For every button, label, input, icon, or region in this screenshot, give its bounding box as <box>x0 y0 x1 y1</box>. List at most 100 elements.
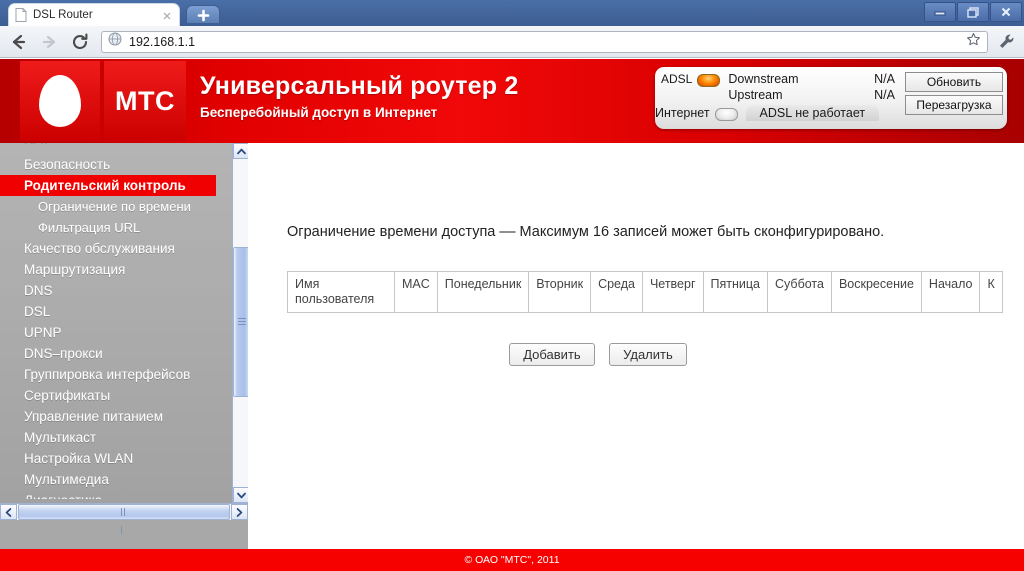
scroll-grip-icon <box>238 318 246 325</box>
sidebar-item-dsl[interactable]: DSL <box>0 301 232 322</box>
column-header-start: Начало <box>920 271 981 313</box>
content-area: Ограничение времени доступа –– Максимум … <box>248 143 1024 553</box>
status-message: ADSL не работает <box>745 105 880 121</box>
chevron-down-icon <box>236 492 246 498</box>
browser-toolbar: 192.168.1.1 <box>0 26 1024 58</box>
egg-icon <box>39 75 81 127</box>
plus-icon <box>197 9 209 22</box>
remove-button[interactable]: Удалить <box>609 343 687 366</box>
restore-button[interactable] <box>957 2 989 22</box>
content-frame: Ограничение времени доступа –– Максимум … <box>248 143 1024 571</box>
column-header-thursday: Четверг <box>641 271 704 313</box>
sidebar-frame: NAT Безопасность Родительский контроль О… <box>0 143 248 571</box>
wrench-icon <box>1000 34 1014 48</box>
downstream-label: Downstream <box>728 72 799 86</box>
address-bar[interactable]: 192.168.1.1 <box>101 30 988 53</box>
sidebar-item-upnp[interactable]: UPNP <box>0 322 232 343</box>
sidebar-item-diagnostics[interactable]: Диагностика <box>0 490 232 499</box>
sidebar-item-wlan-setup[interactable]: Настройка WLAN <box>0 448 232 469</box>
refresh-button[interactable]: Обновить <box>905 72 1003 92</box>
scroll-left-button[interactable] <box>0 504 17 520</box>
column-header-saturday: Суббота <box>767 271 832 313</box>
reload-button[interactable] <box>67 29 93 55</box>
sidebar-item-multimedia[interactable]: Мультимедиа <box>0 469 232 490</box>
sidebar-item-dns[interactable]: DNS <box>0 280 232 301</box>
minimize-icon <box>934 11 946 16</box>
sidebar-item-time-restriction[interactable]: Ограничение по времени <box>0 196 232 217</box>
downstream-value: N/A <box>874 72 895 86</box>
chevron-right-icon <box>236 507 243 517</box>
sidebar-item-nat[interactable]: NAT <box>0 143 232 144</box>
close-button[interactable] <box>990 2 1022 22</box>
sidebar-item-power-management[interactable]: Управление питанием <box>0 406 232 427</box>
close-icon[interactable] <box>161 9 173 21</box>
upstream-label: Upstream <box>728 88 783 102</box>
column-header-tuesday: Вторник <box>528 271 592 313</box>
sidebar-item-interface-grouping[interactable]: Группировка интерфейсов <box>0 364 232 385</box>
internet-status-row: Интернет ADSL не работает <box>655 105 880 121</box>
sidebar-item-dns-proxy[interactable]: DNS–прокси <box>0 343 232 364</box>
column-header-wednesday: Среда <box>590 271 643 313</box>
browser-tabstrip: DSL Router <box>0 0 1024 26</box>
sidebar-item-url-filter[interactable]: Фильтрация URL <box>0 217 232 238</box>
content-heading: Ограничение времени доступа –– Максимум … <box>287 224 885 240</box>
mts-egg-logo <box>20 61 100 141</box>
page-title: Универсальный роутер 2 <box>200 72 519 100</box>
copyright-text: © ОАО "МТС", 2011 <box>464 554 560 566</box>
mts-wordmark: МТС <box>104 61 186 141</box>
minimize-button[interactable] <box>924 2 956 22</box>
stream-values: N/A N/A <box>863 71 895 103</box>
status-actions: Обновить Перезагрузка <box>905 72 1003 118</box>
sidebar-hscroll-thumb[interactable] <box>18 504 230 534</box>
sidebar-vertical-scrollbar[interactable] <box>232 143 248 503</box>
scroll-right-button[interactable] <box>231 504 248 520</box>
window-controls <box>924 2 1022 22</box>
footer: © ОАО "МТС", 2011 <box>0 549 1024 571</box>
chevron-left-icon <box>5 507 12 517</box>
table-header-row: Имя пользователя MAC Понедельник Вторник… <box>287 271 1003 313</box>
scroll-down-button[interactable] <box>233 487 248 503</box>
adsl-status-row: ADSL Downstream Upstream <box>661 71 799 103</box>
led-off-white <box>714 108 738 121</box>
page-icon <box>15 8 27 22</box>
browser-window: DSL Router 192.168.1.1 МТС Универсальный… <box>0 0 1024 571</box>
page-viewport: МТС Универсальный роутер 2 Бесперебойный… <box>0 59 1024 571</box>
column-header-mac: MAC <box>394 271 438 313</box>
sidebar-item-certificates[interactable]: Сертификаты <box>0 385 232 406</box>
time-restriction-table: Имя пользователя MAC Понедельник Вторник… <box>287 271 1003 313</box>
sidebar-horizontal-scrollbar[interactable] <box>0 503 248 534</box>
upstream-value: N/A <box>874 88 895 102</box>
sidebar-scroll-thumb[interactable] <box>233 247 248 397</box>
forward-button <box>36 29 62 55</box>
globe-icon <box>108 32 122 51</box>
scroll-up-button[interactable] <box>233 143 248 159</box>
column-header-sunday: Воскресение <box>830 271 922 313</box>
sidebar-item-security[interactable]: Безопасность <box>0 154 232 175</box>
column-header-end: К <box>979 271 1003 313</box>
page-subtitle: Бесперебойный доступ в Интернет <box>200 105 438 120</box>
sidebar-item-routing[interactable]: Маршрутизация <box>0 259 232 280</box>
close-icon <box>1001 7 1011 17</box>
internet-label: Интернет <box>655 106 710 120</box>
back-button[interactable] <box>5 29 31 55</box>
back-arrow-icon <box>12 34 26 49</box>
browser-tab-title: DSL Router <box>33 9 93 21</box>
column-header-friday: Пятница <box>702 271 769 313</box>
add-button[interactable]: Добавить <box>509 343 595 366</box>
star-icon[interactable] <box>966 32 981 52</box>
column-header-monday: Понедельник <box>436 271 530 313</box>
browser-tab[interactable]: DSL Router <box>8 3 180 26</box>
led-on-orange <box>697 74 721 87</box>
sidebar-item-parental-control[interactable]: Родительский контроль <box>0 175 216 196</box>
chevron-up-icon <box>236 148 246 154</box>
reload-icon <box>72 33 88 49</box>
sidebar-item-multicast[interactable]: Мультикаст <box>0 427 232 448</box>
address-bar-text[interactable]: 192.168.1.1 <box>129 35 966 49</box>
sidebar-item-qos[interactable]: Качество обслуживания <box>0 238 232 259</box>
site-banner: МТС Универсальный роутер 2 Бесперебойный… <box>0 59 1024 143</box>
new-tab-button[interactable] <box>186 5 220 24</box>
browser-menu-button[interactable] <box>994 29 1020 55</box>
status-panel: ADSL Downstream Upstream N/A N/A Интерне… <box>655 67 1007 129</box>
stream-labels: Downstream Upstream <box>728 71 798 103</box>
reboot-button[interactable]: Перезагрузка <box>905 95 1003 115</box>
